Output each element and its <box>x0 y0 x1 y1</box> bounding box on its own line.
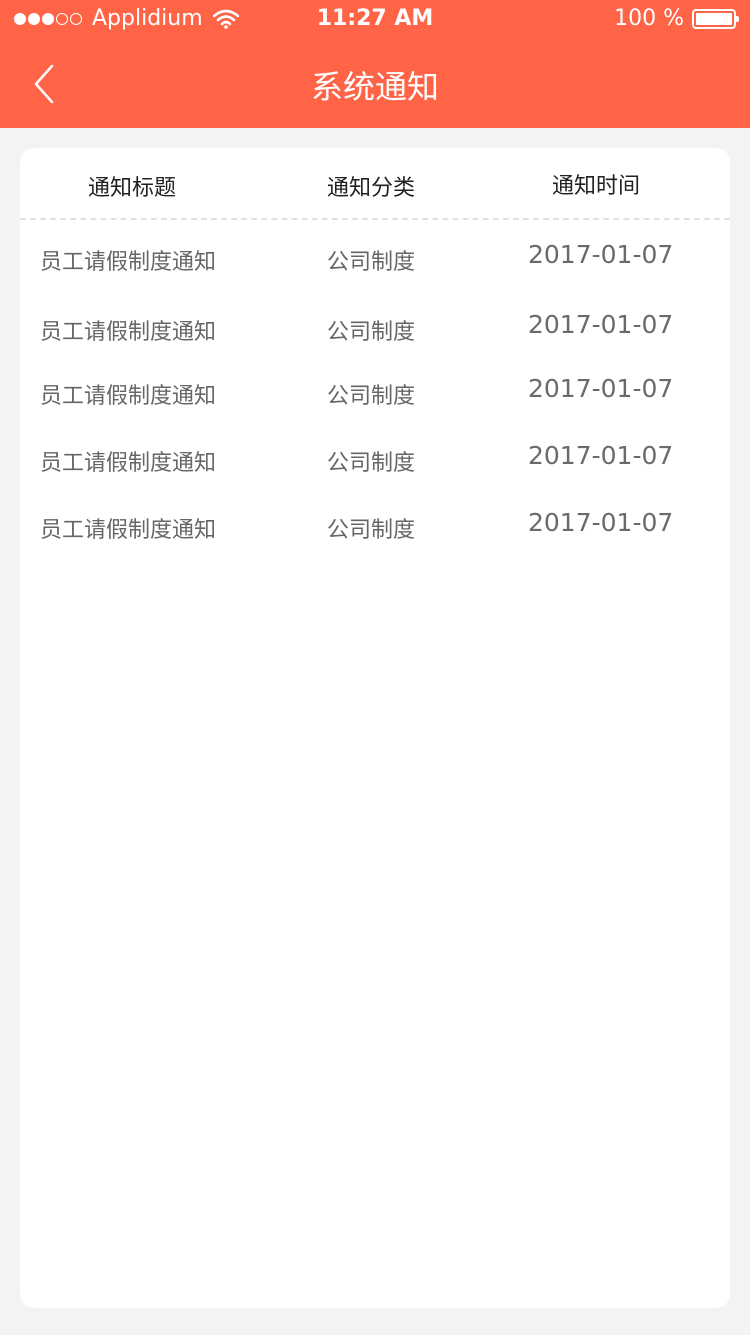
notice-title: 员工请假制度通知 <box>40 320 217 345</box>
notice-time: 2017-01-07 <box>528 374 674 403</box>
header-category: 通知分类 <box>327 176 416 201</box>
notice-title: 员工请假制度通知 <box>40 451 217 476</box>
header-time: 通知时间 <box>552 174 641 199</box>
notice-time: 2017-01-07 <box>528 240 674 269</box>
battery-percent: 100 % <box>614 6 684 31</box>
app-header: Applidium 11:27 AM 100 % 系统通知 <box>0 0 750 128</box>
header-title: 通知标题 <box>88 176 177 201</box>
notice-category: 公司制度 <box>327 518 416 543</box>
table-header: 通知标题 通知分类 通知时间 <box>20 148 730 220</box>
table-row[interactable]: 员工请假制度通知 公司制度 2017-01-07 <box>20 374 730 418</box>
notice-title: 员工请假制度通知 <box>40 250 217 275</box>
notice-title: 员工请假制度通知 <box>40 518 217 543</box>
notice-table-card: 通知标题 通知分类 通知时间 员工请假制度通知 公司制度 2017-01-07 … <box>20 148 730 1308</box>
notice-category: 公司制度 <box>327 250 416 275</box>
battery-status: 100 % <box>614 6 739 31</box>
notice-category: 公司制度 <box>327 320 416 345</box>
table-row[interactable]: 员工请假制度通知 公司制度 2017-01-07 <box>20 508 730 552</box>
page-title: 系统通知 <box>310 68 439 106</box>
notice-time: 2017-01-07 <box>528 441 674 470</box>
table-row[interactable]: 员工请假制度通知 公司制度 2017-01-07 <box>20 310 730 354</box>
status-bar: Applidium 11:27 AM 100 % <box>0 0 750 40</box>
table-row[interactable]: 员工请假制度通知 公司制度 2017-01-07 <box>20 441 730 485</box>
navigation-bar: 系统通知 <box>0 40 750 128</box>
battery-icon <box>692 8 739 29</box>
table-row[interactable]: 员工请假制度通知 公司制度 2017-01-07 <box>20 240 730 284</box>
notice-time: 2017-01-07 <box>528 508 674 537</box>
notice-time: 2017-01-07 <box>528 310 674 339</box>
notice-category: 公司制度 <box>327 451 416 476</box>
notice-category: 公司制度 <box>327 384 416 409</box>
notice-title: 员工请假制度通知 <box>40 384 217 409</box>
